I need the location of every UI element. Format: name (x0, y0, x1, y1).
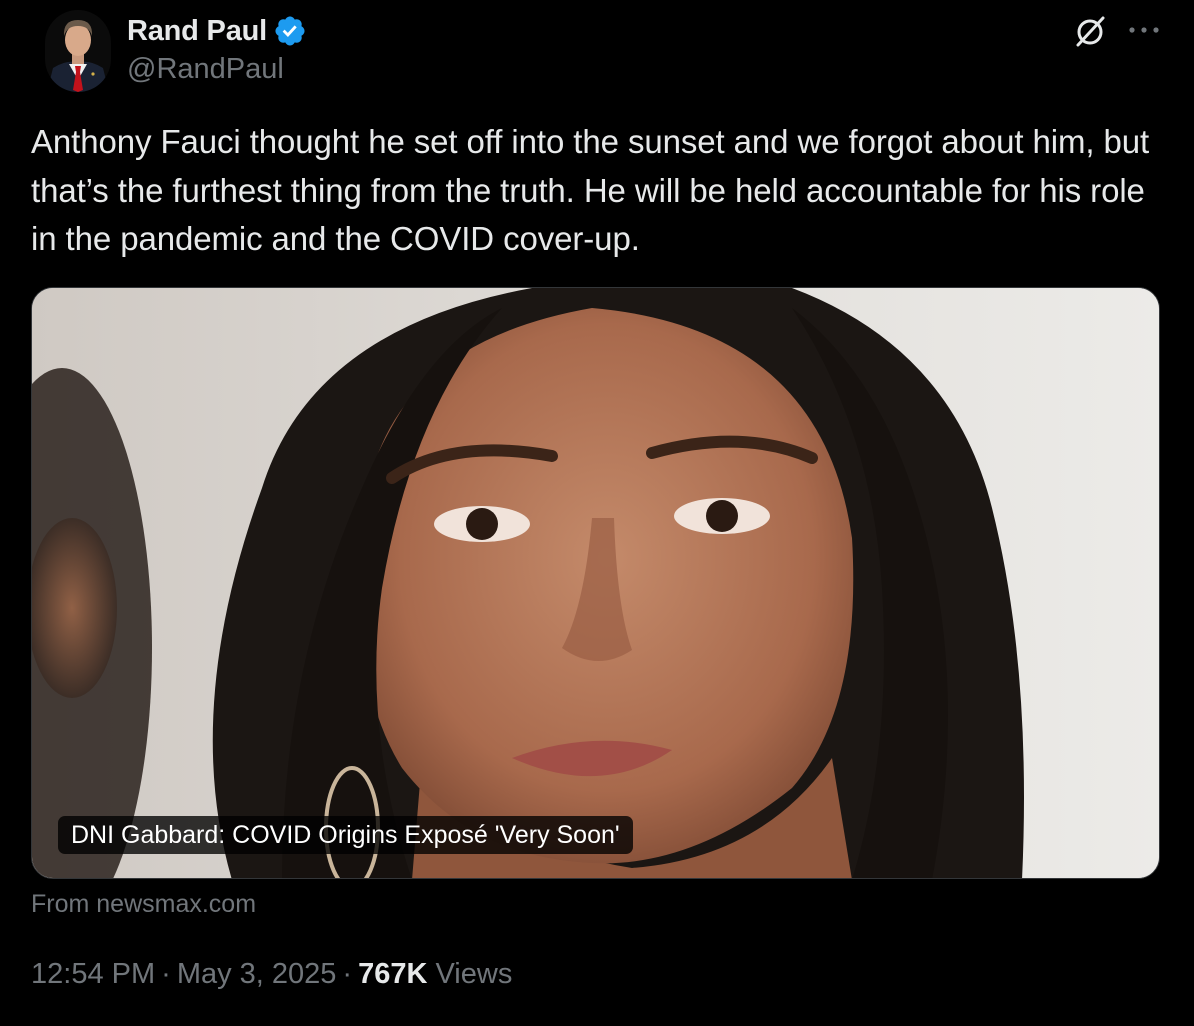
link-card-source[interactable]: From newsmax.com (31, 890, 256, 919)
tweet-text: Anthony Fauci thought he set off into th… (31, 123, 1150, 257)
meta-separator: · (342, 958, 353, 990)
verified-badge-icon[interactable] (273, 14, 307, 48)
link-card-image[interactable] (32, 288, 1160, 879)
more-horizontal-icon[interactable] (1126, 18, 1162, 42)
link-card-title[interactable]: DNI Gabbard: COVID Origins Exposé 'Very … (58, 816, 633, 854)
tweet-time[interactable]: 12:54 PM (31, 958, 155, 990)
grok-icon[interactable] (1072, 14, 1108, 50)
views-count[interactable]: 767K (358, 958, 427, 990)
meta-separator: · (161, 958, 171, 990)
views-label[interactable]: Views (435, 958, 512, 990)
author-display-name[interactable]: Rand Paul (127, 15, 267, 48)
tweet-date[interactable]: May 3, 2025 (177, 958, 337, 990)
link-card[interactable]: DNI Gabbard: COVID Origins Exposé 'Very … (31, 287, 1160, 879)
author-handle[interactable]: @RandPaul (127, 53, 284, 86)
tweet-meta: 12:54 PM · May 3, 2025 · 767K Views (31, 958, 512, 991)
avatar[interactable] (45, 10, 111, 92)
author-name-row[interactable]: Rand Paul (127, 13, 307, 49)
tweet: Rand Paul @RandPaul Anthony Fauci though… (0, 0, 1194, 1026)
